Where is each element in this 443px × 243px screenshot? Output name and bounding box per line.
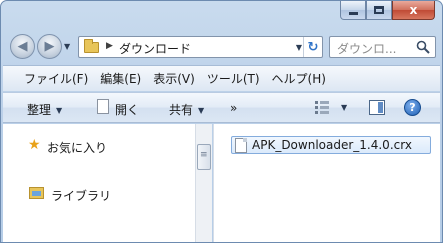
menu-help[interactable]: ヘルプ(H) — [272, 70, 326, 87]
nav-favorites[interactable]: お気に入り — [47, 139, 107, 156]
forward-arrow-icon: ▶ — [44, 39, 55, 54]
open-button[interactable]: 開く — [115, 101, 139, 118]
search-box[interactable]: ダウンロ... — [329, 36, 436, 58]
organize-button[interactable]: 整理 ▼ — [27, 101, 62, 118]
help-icon[interactable]: ? — [404, 99, 421, 116]
favorites-star-icon: ★ — [28, 137, 41, 153]
maximize-button[interactable] — [366, 1, 392, 20]
file-name: APK_Downloader_1.4.0.crx — [252, 138, 412, 152]
menu-bar: ファイル(F) 編集(E) 表示(V) ツール(T) ヘルプ(H) — [3, 65, 440, 91]
view-options-dropdown[interactable]: ▼ — [341, 103, 347, 112]
file-item[interactable]: APK_Downloader_1.4.0.crx — [231, 136, 431, 154]
scrollbar-thumb[interactable] — [197, 144, 211, 170]
share-button[interactable]: 共有 ▼ — [169, 101, 204, 118]
open-document-icon — [97, 99, 109, 114]
menu-edit[interactable]: 編集(E) — [100, 70, 141, 87]
maximize-icon — [374, 6, 384, 14]
recent-pages-dropdown[interactable]: ▼ — [64, 42, 70, 51]
address-history-dropdown[interactable]: ▼ — [296, 43, 302, 52]
search-icon[interactable] — [416, 40, 430, 54]
navigation-scrollbar[interactable] — [195, 124, 212, 242]
folder-icon — [84, 39, 99, 53]
menu-view[interactable]: 表示(V) — [153, 70, 195, 87]
more-commands-button[interactable]: » — [230, 101, 237, 115]
refresh-button[interactable]: ↻ — [303, 37, 322, 57]
libraries-icon — [29, 187, 44, 199]
change-view-icon[interactable] — [314, 100, 330, 115]
back-arrow-icon: ◀ — [17, 39, 28, 54]
search-input[interactable]: ダウンロ... — [337, 40, 396, 57]
close-icon: x — [409, 3, 418, 17]
file-list: APK_Downloader_1.4.0.crx — [213, 124, 440, 242]
share-dropdown-icon: ▼ — [198, 106, 205, 115]
file-icon — [235, 138, 247, 153]
breadcrumb-downloads[interactable]: ダウンロード — [119, 40, 191, 57]
navigation-bar: ◀ ▶ ▼ ▶ ダウンロード ▼ ↻ ダウンロ... — [1, 28, 442, 64]
navigation-pane: ★ お気に入り ライブラリ — [3, 124, 195, 242]
minimize-icon — [348, 11, 358, 15]
breadcrumb-separator-icon[interactable]: ▶ — [106, 41, 113, 51]
menu-file[interactable]: ファイル(F) — [24, 70, 88, 87]
organize-dropdown-icon: ▼ — [56, 106, 63, 115]
explorer-window: x ◀ ▶ ▼ ▶ ダウンロード ▼ ↻ ダウンロ... ファイル(F) 編集(… — [0, 0, 443, 243]
nav-libraries[interactable]: ライブラリ — [51, 187, 111, 204]
command-bar: 整理 ▼ 開く 共有 ▼ » ▼ ? — [3, 92, 440, 123]
caption-buttons: x — [340, 1, 435, 20]
forward-button[interactable]: ▶ — [37, 34, 62, 59]
organize-label: 整理 — [27, 103, 52, 117]
back-button[interactable]: ◀ — [10, 34, 35, 59]
minimize-button[interactable] — [340, 1, 366, 20]
share-label: 共有 — [169, 103, 194, 117]
menu-tools[interactable]: ツール(T) — [207, 70, 260, 87]
refresh-icon: ↻ — [307, 39, 319, 55]
close-button[interactable]: x — [392, 1, 435, 20]
address-bar[interactable]: ▶ ダウンロード ▼ ↻ — [78, 36, 323, 58]
preview-pane-icon[interactable] — [369, 100, 385, 115]
